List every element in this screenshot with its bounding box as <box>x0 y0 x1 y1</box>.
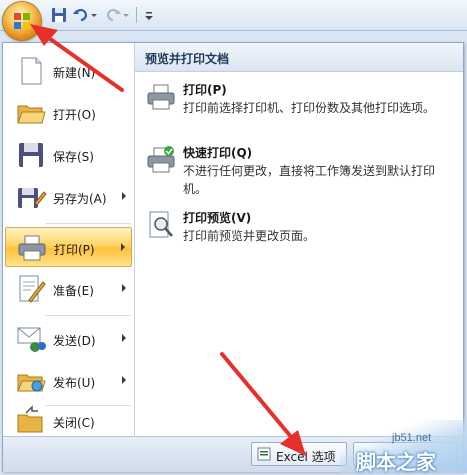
redo-icon[interactable] <box>104 6 122 24</box>
office-button[interactable] <box>3 2 41 40</box>
menu-item-label: 新建(N) <box>53 66 96 80</box>
close-folder-icon <box>17 405 43 433</box>
menu-divider <box>45 223 131 224</box>
customize-toolbar-icon[interactable] <box>144 6 154 24</box>
print-options-panel: 预览并打印文档 打印(P) 打印前选择打印机、打印份数及其他打印选项。 快速打印… <box>135 43 463 436</box>
menu-item-label: 另存为(A) <box>53 192 107 206</box>
watermark-brand: 脚本之家 <box>356 450 436 474</box>
menu-item-label: 保存(S) <box>53 150 94 164</box>
menu-item-print[interactable]: 打印(P) <box>5 227 132 267</box>
menu-item-prepare[interactable]: 准备(E) <box>5 269 132 309</box>
menu-divider <box>45 315 131 316</box>
menu-command-list: 新建(N) 打开(O) 保存(S) 另存为(A) 打印(P) 准备(E) 发送(… <box>3 43 135 436</box>
watermark-site: jb51.net <box>392 432 432 444</box>
submenu-arrow-icon <box>122 334 126 342</box>
menu-item-label: 发布(U) <box>53 376 96 390</box>
menu-item-save[interactable]: 保存(S) <box>5 135 132 175</box>
menu-item-send[interactable]: 发送(D) <box>5 319 132 359</box>
option-title: 打印预览(V) <box>183 211 252 225</box>
printer-icon <box>18 235 46 261</box>
prepare-icon <box>19 275 46 303</box>
save-as-icon <box>18 188 47 208</box>
printer-icon <box>147 84 175 110</box>
menu-item-label: 准备(E) <box>53 284 94 298</box>
menu-item-new[interactable]: 新建(N) <box>5 51 132 91</box>
quick-access-toolbar <box>0 0 467 31</box>
panel-title-bar: 预览并打印文档 <box>135 43 463 72</box>
option-print[interactable]: 打印(P) 打印前选择打印机、打印份数及其他打印选项。 <box>135 77 463 137</box>
option-title: 打印(P) <box>183 83 227 97</box>
menu-item-publish[interactable]: 发布(U) <box>5 361 132 401</box>
submenu-arrow-icon <box>122 376 126 384</box>
print-preview-icon <box>149 211 173 238</box>
menu-item-label: 打开(O) <box>53 108 96 122</box>
office-logo-icon <box>14 13 30 29</box>
office-menu: 新建(N) 打开(O) 保存(S) 另存为(A) 打印(P) 准备(E) 发送(… <box>2 42 464 472</box>
panel-title: 预览并打印文档 <box>145 52 230 66</box>
menu-item-label: 打印(P) <box>54 243 95 257</box>
option-description: 打印前选择打印机、打印份数及其他打印选项。 <box>183 101 436 115</box>
option-description: 不进行任何更改，直接将工作簿发送到默认打印机。 <box>183 164 436 196</box>
submenu-arrow-icon <box>122 192 126 200</box>
option-print-preview[interactable]: 打印预览(V) 打印前预览并更改页面。 <box>135 205 463 265</box>
publish-icon <box>17 374 46 392</box>
menu-item-save-as[interactable]: 另存为(A) <box>5 177 132 217</box>
submenu-arrow-icon <box>121 243 125 251</box>
send-icon <box>17 327 46 352</box>
option-quick-print[interactable]: 快速打印(Q) 不进行任何更改，直接将工作簿发送到默认打印机。 <box>135 140 463 200</box>
menu-item-label: 关闭(C) <box>53 416 95 430</box>
undo-icon[interactable] <box>72 6 90 24</box>
excel-options-label: Excel 选项 <box>276 450 336 464</box>
toolbar-separator <box>136 7 137 23</box>
option-title: 快速打印(Q) <box>183 146 253 160</box>
excel-options-button[interactable]: Excel 选项 <box>251 442 347 466</box>
options-icon <box>257 447 271 461</box>
save-icon[interactable] <box>50 6 68 24</box>
menu-item-label: 发送(D) <box>53 334 96 348</box>
quick-print-icon <box>147 146 175 173</box>
submenu-arrow-icon <box>122 284 126 292</box>
open-folder-icon <box>17 105 46 124</box>
option-description: 打印前预览并更改页面。 <box>183 229 316 243</box>
menu-item-open[interactable]: 打开(O) <box>5 93 132 133</box>
menu-divider <box>45 405 131 406</box>
redo-dropdown-icon[interactable] <box>122 6 130 24</box>
new-document-icon <box>21 57 42 85</box>
menu-item-close[interactable]: 关闭(C) <box>5 405 132 435</box>
save-disk-icon <box>19 143 43 167</box>
undo-dropdown-icon[interactable] <box>90 6 98 24</box>
